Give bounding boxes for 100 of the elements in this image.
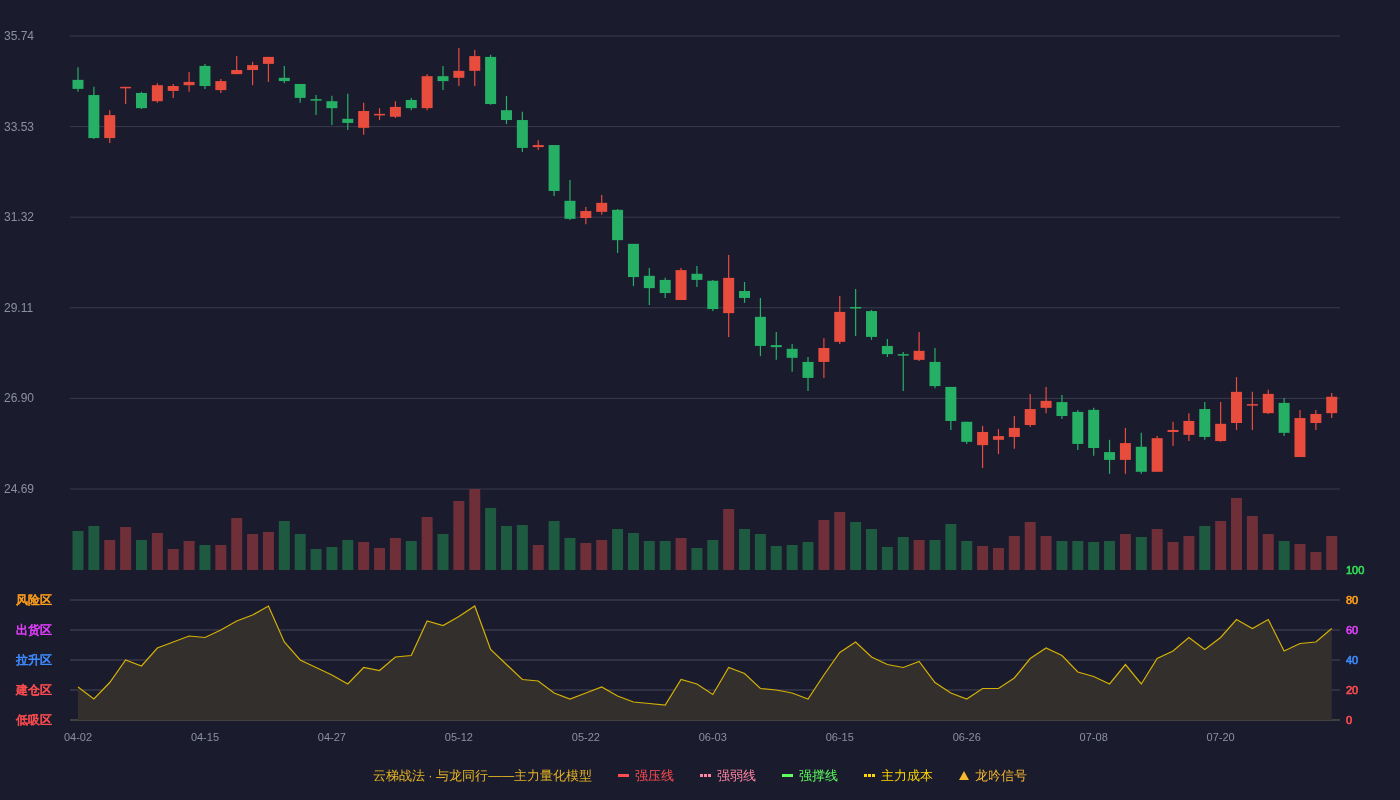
axis-label: 06-03: [698, 731, 727, 743]
axis-label: 07-08: [1079, 731, 1108, 743]
candlestick: [231, 55, 243, 75]
candlestick: [1278, 397, 1290, 437]
candlestick: [1326, 392, 1338, 419]
legend-label: 强压线: [635, 767, 675, 785]
axis-label: 24.69: [4, 482, 35, 496]
candlestick: [802, 356, 814, 392]
candlestick: [707, 279, 719, 312]
volume-bar: [992, 548, 1004, 570]
candlestick: [437, 65, 449, 91]
volume-bar: [739, 529, 751, 570]
candlestick: [532, 139, 544, 151]
candlestick: [691, 265, 703, 288]
volume-bar: [1104, 541, 1116, 570]
candlestick: [1310, 409, 1322, 431]
volume-bar: [897, 537, 909, 570]
candlestick: [1183, 412, 1195, 442]
volume-bar: [1040, 536, 1052, 570]
volume-bar: [1056, 541, 1068, 570]
volume-bar: [167, 549, 179, 570]
volume-bar: [850, 522, 862, 570]
candlestick: [358, 102, 370, 136]
candlestick: [215, 78, 227, 94]
zone-label: 拉升区: [16, 653, 52, 667]
candlestick: [992, 428, 1004, 455]
candlestick: [770, 331, 782, 361]
volume-bar: [453, 501, 465, 570]
axis-label: 35.74: [4, 29, 35, 43]
volume-bar: [278, 521, 290, 570]
volume-bar: [881, 547, 893, 570]
volume-bar: [136, 540, 147, 570]
candlestick: [72, 66, 84, 93]
candlestick: [1199, 401, 1211, 441]
volume-bar: [834, 512, 846, 570]
volume-bar: [437, 534, 449, 570]
axis-label: 07-20: [1206, 731, 1235, 743]
volume-bar: [977, 546, 989, 570]
volume-bar: [516, 525, 528, 570]
volume-bar: [802, 542, 814, 570]
volume-bar: [1119, 534, 1131, 570]
volume-bar: [707, 540, 719, 570]
candlestick: [850, 288, 862, 337]
candlestick: [961, 421, 973, 445]
axis-label: 04-27: [317, 731, 346, 743]
volume-bar: [723, 509, 735, 570]
candlestick: [564, 179, 576, 221]
candlestick: [389, 100, 401, 119]
candlestick: [294, 83, 306, 104]
candlestick: [1024, 393, 1036, 428]
axis-label: 33.53: [4, 119, 35, 134]
volume-bar: [501, 526, 512, 570]
candlestick: [627, 243, 639, 287]
candlestick: [945, 386, 957, 431]
volume-bar: [405, 541, 417, 570]
zone-label: 建仓区: [16, 683, 52, 697]
volume-bar: [294, 534, 306, 570]
axis-label: 100: [1346, 564, 1365, 576]
volume-bar: [389, 538, 401, 570]
zone-label: 风险区: [16, 593, 52, 607]
candlestick: [342, 93, 354, 131]
candlestick: [580, 206, 592, 225]
volume-bar: [643, 541, 655, 570]
volume-bar: [1215, 521, 1227, 570]
volume-bar: [1024, 522, 1036, 570]
legend-label: 龙吟信号: [975, 767, 1028, 785]
candlestick: [977, 425, 989, 469]
volume-bar: [1278, 541, 1290, 570]
volume-bar: [627, 533, 639, 570]
candlestick: [913, 331, 925, 362]
candlestick: [469, 49, 481, 87]
candlestick: [1119, 427, 1131, 475]
candlestick: [1151, 435, 1163, 473]
candlestick: [612, 208, 624, 254]
volume-bar: [564, 538, 576, 570]
candlestick: [183, 71, 195, 93]
candlestick: [1215, 401, 1227, 443]
volume-bar: [358, 542, 370, 570]
volume-bar: [1326, 536, 1338, 570]
axis-label: 40: [1346, 654, 1359, 666]
axis-label: 29.11: [4, 300, 34, 315]
volume-bar: [421, 517, 433, 570]
axis-label: 06-26: [952, 731, 981, 743]
candlestick: [739, 281, 751, 304]
candlestick: [262, 56, 274, 83]
axis-label: 06-15: [825, 731, 854, 743]
candlestick: [120, 86, 132, 105]
volume-bar: [1294, 544, 1306, 570]
candlestick: [199, 63, 211, 90]
candlestick: [897, 351, 909, 392]
volume-bar: [342, 540, 354, 570]
volume-bar: [485, 508, 497, 570]
candlestick: [675, 267, 687, 301]
zone-label: 出货区: [16, 623, 52, 637]
volume-bar: [1246, 516, 1258, 570]
volume-bar: [310, 549, 322, 570]
volume-bar: [961, 541, 973, 570]
volume-bar: [1008, 536, 1020, 570]
axis-label: 26.90: [4, 391, 35, 406]
volume-bar: [215, 545, 227, 570]
